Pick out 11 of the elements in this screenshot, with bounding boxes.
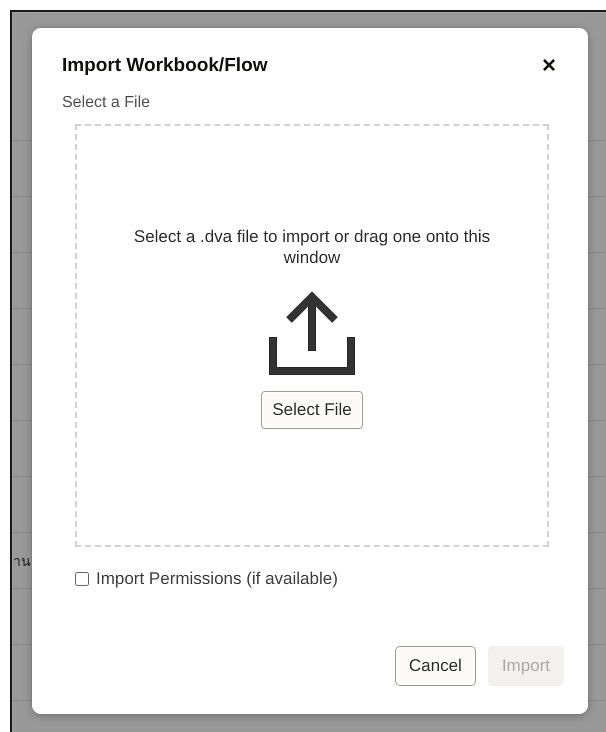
select-file-button[interactable]: Select File: [261, 390, 363, 428]
file-dropzone[interactable]: Select a .dva file to import or drag one onto this window Select File: [75, 124, 549, 547]
section-label: Select a File: [62, 94, 152, 112]
close-button[interactable]: ×: [540, 54, 558, 78]
cancel-button[interactable]: Cancel: [394, 646, 476, 686]
upload-icon: [269, 290, 355, 374]
dialog-title: Import Workbook/Flow: [62, 55, 268, 77]
checkbox-label: Import Permissions (if available): [96, 569, 338, 589]
dropzone-instructions: Select a .dva file to import or drag one onto this window: [132, 226, 492, 268]
permissions-checkbox[interactable]: [75, 572, 89, 586]
row-text: าน: [13, 552, 31, 570]
